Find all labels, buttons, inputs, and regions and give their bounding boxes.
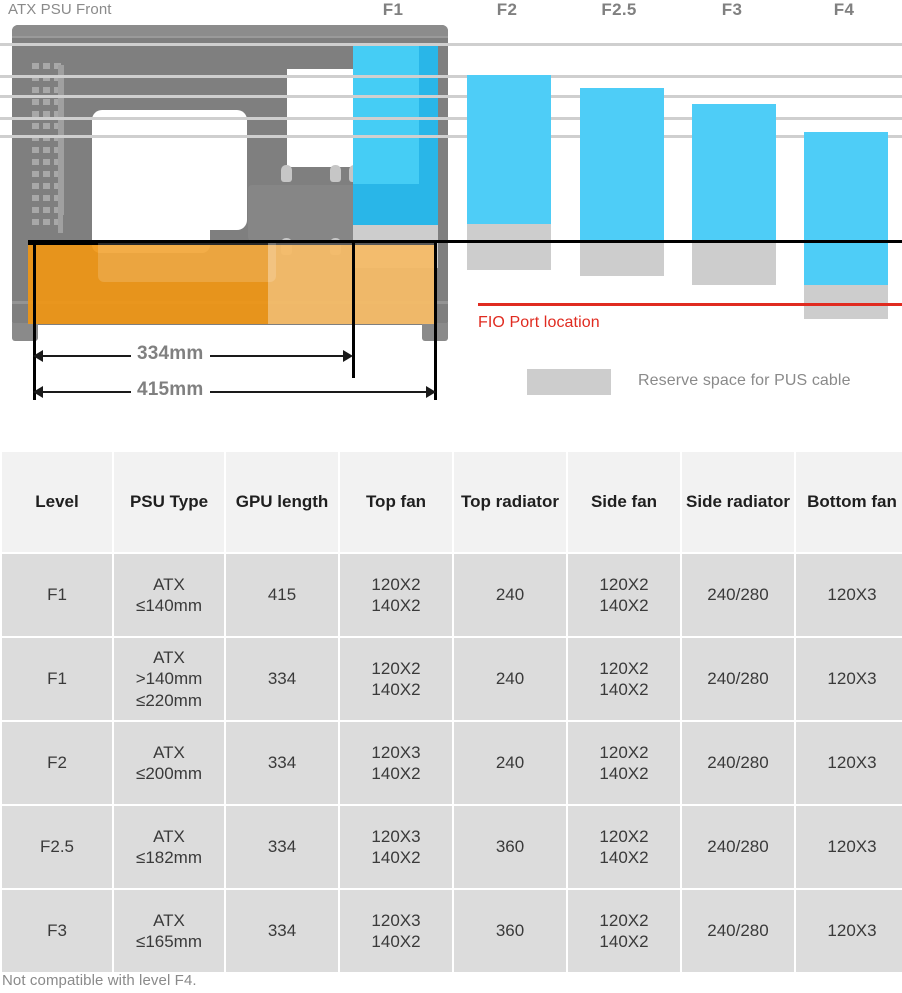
cell-side-radiator: 240/280: [682, 890, 794, 972]
gpu-415-guide-line: [434, 240, 437, 400]
cell-top-radiator: 360: [454, 806, 566, 888]
cell-psu-type: ATX ≤200mm: [114, 722, 224, 804]
standoff-1: [281, 165, 292, 182]
cell-bottom-fan: 120X3: [796, 806, 902, 888]
table-row: F2 ATX ≤200mm 334 120X3 140X2 240 120X2 140…: [2, 722, 902, 804]
cell-level: F1: [2, 638, 112, 720]
cell-level: F2.5: [2, 806, 112, 888]
gpu-clearance-reference-line: [28, 240, 902, 243]
gridline-1: [0, 43, 902, 46]
column-label-f4: F4: [833, 0, 855, 19]
cell-top-fan: 120X2 140X2: [340, 638, 452, 720]
cell-top-fan: 120X3 140X2: [340, 890, 452, 972]
column-label-f3: F3: [721, 0, 743, 19]
cell-side-fan: 120X2 140X2: [568, 554, 680, 636]
cell-side-radiator: 240/280: [682, 806, 794, 888]
header-bottom-fan: Bottom fan: [796, 452, 902, 552]
legend-swatch-reserve-space: [527, 369, 611, 395]
cell-psu-type: ATX >140mm ≤220mm: [114, 638, 224, 720]
cell-top-radiator: 240: [454, 554, 566, 636]
fio-port-label: FIO Port location: [478, 314, 600, 331]
table-row: F3 ATX ≤165mm 334 120X3 140X2 360 120X2 140…: [2, 890, 902, 972]
cell-gpu-length: 334: [226, 806, 338, 888]
gridline-2: [0, 75, 902, 78]
cell-side-radiator: 240/280: [682, 722, 794, 804]
cell-level: F1: [2, 554, 112, 636]
table-header-row: Level PSU Type GPU length Top fan Top ra…: [2, 452, 902, 552]
header-psu-type: PSU Type: [114, 452, 224, 552]
bar-f25-reserve: [580, 240, 664, 276]
case-seam-top: [12, 36, 448, 38]
header-side-fan: Side fan: [568, 452, 680, 552]
atx-psu-front-label: ATX PSU Front: [8, 1, 112, 18]
cell-side-radiator: 240/280: [682, 638, 794, 720]
cell-psu-type: ATX ≤165mm: [114, 890, 224, 972]
cell-side-fan: 120X2 140X2: [568, 890, 680, 972]
psu-compatibility-page: ATX PSU Front F1 F2 F2.5 F3 F4 FIO Port …: [0, 0, 902, 993]
header-side-radiator: Side radiator: [682, 452, 794, 552]
cell-top-fan: 120X3 140X2: [340, 806, 452, 888]
bar-f3-blue: [692, 104, 776, 257]
case-top-panel: [12, 25, 448, 36]
cell-psu-type: ATX ≤182mm: [114, 806, 224, 888]
bar-f2-blue: [467, 75, 551, 238]
cell-side-radiator: 240/280: [682, 554, 794, 636]
gpu-clearance-highlight: [98, 242, 276, 282]
cell-side-fan: 120X2 140X2: [568, 638, 680, 720]
dimension-334mm: 334mm: [33, 343, 353, 367]
bar-f25-blue: [580, 88, 664, 253]
header-top-radiator: Top radiator: [454, 452, 566, 552]
header-level: Level: [2, 452, 112, 552]
gridline-3: [0, 95, 902, 98]
header-top-fan: Top fan: [340, 452, 452, 552]
psu-compatibility-table: Level PSU Type GPU length Top fan Top ra…: [0, 450, 902, 974]
cell-level: F2: [2, 722, 112, 804]
legend-label-reserve-space: Reserve space for PUS cable: [638, 372, 851, 389]
clearance-diagram: ATX PSU Front F1 F2 F2.5 F3 F4 FIO Port …: [0, 0, 902, 440]
cell-top-fan: 120X3 140X2: [340, 722, 452, 804]
case-rail-vertical: [58, 65, 64, 215]
cell-bottom-fan: 120X3: [796, 554, 902, 636]
table-row: F1 ATX >140mm ≤220mm 334 120X2 140X2 240 12…: [2, 638, 902, 720]
cell-top-radiator: 360: [454, 890, 566, 972]
table-row: F1 ATX ≤140mm 415 120X2 140X2 240 120X2 140…: [2, 554, 902, 636]
cell-side-fan: 120X2 140X2: [568, 806, 680, 888]
cell-top-fan: 120X2 140X2: [340, 554, 452, 636]
dimension-415mm: 415mm: [33, 379, 436, 403]
cell-bottom-fan: 120X3: [796, 722, 902, 804]
cell-gpu-length: 334: [226, 890, 338, 972]
bar-f2-reserve: [467, 224, 551, 270]
fio-port-line: [478, 303, 902, 306]
footnote: Not compatible with level F4.: [2, 972, 197, 989]
cell-psu-type: ATX ≤140mm: [114, 554, 224, 636]
cell-gpu-length: 334: [226, 638, 338, 720]
gpu-origin-guide-line: [33, 240, 36, 400]
header-gpu-length: GPU length: [226, 452, 338, 552]
cell-bottom-fan: 120X3: [796, 638, 902, 720]
table-row: F2.5 ATX ≤182mm 334 120X3 140X2 360 120X2 1…: [2, 806, 902, 888]
column-label-f1: F1: [382, 0, 404, 19]
table-body: F1 ATX ≤140mm 415 120X2 140X2 240 120X2 140…: [2, 554, 902, 972]
column-label-f25: F2.5: [601, 0, 637, 19]
f1-psu-block-highlight: [353, 45, 419, 184]
bar-f4-reserve: [804, 285, 888, 319]
column-label-f2: F2: [496, 0, 518, 19]
cell-side-fan: 120X2 140X2: [568, 722, 680, 804]
cell-gpu-length: 334: [226, 722, 338, 804]
dimension-415mm-label: 415mm: [131, 379, 210, 401]
cell-bottom-fan: 120X3: [796, 890, 902, 972]
dimension-334mm-label: 334mm: [131, 343, 210, 365]
case-rail-vertical-2: [58, 213, 63, 233]
cell-top-radiator: 240: [454, 638, 566, 720]
standoff-2: [330, 165, 341, 182]
bar-f4-blue: [804, 132, 888, 291]
bar-f3-reserve: [692, 241, 776, 285]
cell-top-radiator: 240: [454, 722, 566, 804]
cell-level: F3: [2, 890, 112, 972]
cell-gpu-length: 415: [226, 554, 338, 636]
